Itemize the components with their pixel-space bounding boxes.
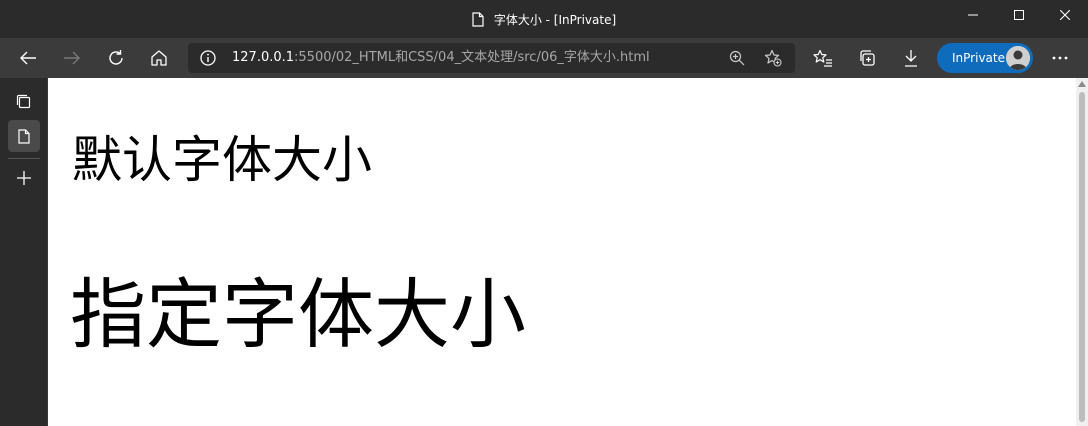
custom-size-text: 指定字体大小 bbox=[70, 270, 526, 359]
home-icon bbox=[150, 49, 168, 67]
more-icon bbox=[1052, 56, 1068, 60]
scroll-up-arrow-icon[interactable] bbox=[1078, 81, 1086, 87]
info-icon[interactable] bbox=[200, 50, 216, 66]
home-button[interactable] bbox=[143, 42, 175, 74]
sidebar-tab-current[interactable] bbox=[8, 120, 40, 152]
url-path: :5500/02_HTML和CSS/04_文本处理/src/06_字体大小.ht… bbox=[294, 50, 650, 65]
window-title-group: 字体大小 - [InPrivate] bbox=[0, 0, 1088, 38]
star-add-icon[interactable] bbox=[764, 49, 782, 67]
arrow-right-icon bbox=[63, 50, 81, 66]
window-controls bbox=[950, 0, 1088, 30]
arrow-left-icon bbox=[19, 50, 37, 66]
forward-button[interactable] bbox=[56, 42, 88, 74]
download-icon bbox=[903, 49, 919, 67]
default-size-text: 默认字体大小 bbox=[72, 131, 372, 189]
tab-actions-icon bbox=[16, 94, 32, 110]
more-button[interactable] bbox=[1044, 42, 1076, 74]
avatar bbox=[1006, 46, 1030, 70]
page-content: 默认字体大小 指定字体大小 bbox=[48, 78, 1076, 426]
maximize-button[interactable] bbox=[996, 0, 1042, 30]
plus-icon bbox=[16, 170, 32, 186]
address-bar[interactable]: 127.0.0.1:5500/02_HTML和CSS/04_文本处理/src/0… bbox=[188, 43, 795, 73]
refresh-icon bbox=[107, 49, 125, 67]
inprivate-label: InPrivate bbox=[952, 51, 1005, 65]
favorites-icon bbox=[813, 49, 833, 67]
collections-icon bbox=[858, 49, 876, 67]
vertical-tabs-sidebar bbox=[0, 78, 48, 426]
vertical-scrollbar[interactable] bbox=[1076, 78, 1088, 426]
inprivate-button[interactable]: InPrivate bbox=[937, 43, 1033, 73]
zoom-in-icon[interactable] bbox=[729, 50, 745, 66]
favorites-button[interactable] bbox=[807, 42, 839, 74]
new-tab-button[interactable] bbox=[8, 162, 40, 194]
doc-icon bbox=[18, 128, 30, 144]
minimize-button[interactable] bbox=[950, 0, 996, 30]
url-text[interactable]: 127.0.0.1:5500/02_HTML和CSS/04_文本处理/src/0… bbox=[232, 43, 650, 73]
window-title: 字体大小 - [InPrivate] bbox=[493, 12, 617, 27]
url-host: 127.0.0.1 bbox=[232, 50, 295, 65]
close-button[interactable] bbox=[1042, 0, 1088, 30]
scrollbar-thumb[interactable] bbox=[1079, 92, 1085, 422]
tab-actions-button[interactable] bbox=[8, 86, 40, 118]
back-button[interactable] bbox=[12, 42, 44, 74]
collections-button[interactable] bbox=[851, 42, 883, 74]
downloads-button[interactable] bbox=[895, 42, 927, 74]
doc-icon bbox=[472, 11, 484, 27]
sidebar-divider bbox=[8, 158, 40, 159]
title-bar: 字体大小 - [InPrivate] bbox=[0, 0, 1088, 38]
refresh-button[interactable] bbox=[100, 42, 132, 74]
